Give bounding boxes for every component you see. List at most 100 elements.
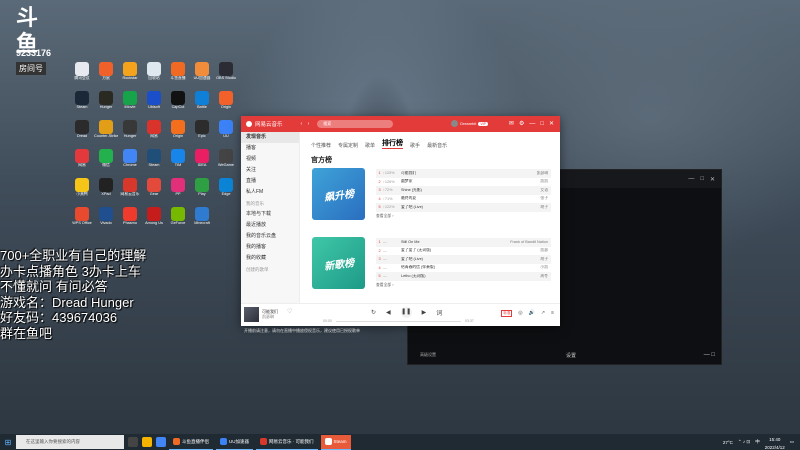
desktop-icon[interactable]: TIM	[166, 149, 190, 178]
desktop-icon[interactable]: WPS Office	[70, 207, 94, 236]
sidebar-item[interactable]: 发现音乐	[241, 132, 299, 143]
loop-icon[interactable]: ↻	[371, 309, 376, 316]
tab[interactable]: 排行榜	[382, 138, 404, 149]
sidebar-item[interactable]: 最近播放	[241, 220, 299, 231]
music-search-input[interactable]: 搜索	[317, 120, 394, 128]
track-row[interactable]: 3 ↑72% Shine (光影) 艾语	[376, 186, 551, 195]
sidebar-item[interactable]: 我的播客	[241, 242, 299, 253]
track-row[interactable]: 4— 给青春的信 (伴奏版) 小凯	[376, 264, 551, 273]
desktop-icon[interactable]: XPad	[94, 178, 118, 207]
chart-card-new[interactable]: 新歌榜	[312, 237, 365, 289]
desktop-icon[interactable]: WeGame	[214, 149, 238, 178]
desktop-icon[interactable]	[214, 207, 238, 236]
next-icon[interactable]: ▶	[422, 309, 427, 316]
minimize-icon[interactable]: —	[529, 120, 535, 128]
desktop-icon[interactable]: Epic	[190, 120, 214, 149]
desktop-icon[interactable]: IDEA	[190, 149, 214, 178]
taskbar-app[interactable]: 网易云音乐 · 可能我们	[256, 435, 318, 450]
album-cover[interactable]	[244, 307, 259, 322]
desktop-icon[interactable]: Origin	[214, 91, 238, 120]
tab[interactable]: 专属定制	[338, 142, 358, 149]
clock[interactable]: 15:40 2022/4/12	[765, 434, 785, 450]
notification-icon[interactable]: ▭	[790, 439, 794, 445]
desktop-icon[interactable]: Gear	[142, 178, 166, 207]
desktop-icon[interactable]: PP	[166, 178, 190, 207]
sidebar-item[interactable]: 播客	[241, 143, 299, 154]
track-row[interactable]: 5 ↑122% 爱了吧 (Live) 胡子	[376, 203, 551, 212]
playlist-icon[interactable]: ≡	[551, 310, 554, 317]
sidebar-item[interactable]: 我的音乐云盘	[241, 231, 299, 242]
task-view-icon[interactable]	[128, 437, 138, 447]
maximize-icon[interactable]: □	[540, 120, 544, 128]
desktop-icon[interactable]: iMovie	[118, 91, 142, 120]
quality-badge[interactable]: 标准	[501, 310, 513, 317]
desktop-icon[interactable]: 腾讯会议	[70, 62, 94, 91]
chart-card-soaring[interactable]: 飙升榜	[312, 168, 365, 220]
desktop-icon[interactable]: 微信	[94, 149, 118, 178]
sidebar-item[interactable]: 本地与下载	[241, 209, 299, 220]
volume-icon[interactable]: 🔊	[529, 310, 535, 317]
desktop-icon[interactable]: UU	[214, 120, 238, 149]
desktop-icon[interactable]: Hunger	[118, 120, 142, 149]
weather-temp[interactable]: 27°C	[723, 440, 733, 445]
user-area[interactable]: Dreambit VIP	[451, 120, 488, 127]
tab[interactable]: 歌手	[410, 142, 420, 149]
chrome-icon[interactable]	[156, 437, 166, 447]
tab[interactable]: 歌单	[365, 142, 375, 149]
input-language[interactable]: 中	[755, 439, 760, 445]
advanced-settings-link[interactable]: 高级设置	[420, 352, 436, 358]
view-all-link[interactable]: 查看全部 ›	[376, 281, 551, 290]
desktop-icon[interactable]: Vivado	[94, 207, 118, 236]
sidebar-item[interactable]: 私人FM	[241, 187, 299, 198]
desktop-icon[interactable]: Steam	[70, 91, 94, 120]
sidebar-item[interactable]: 创建的歌单	[241, 264, 299, 275]
avatar[interactable]	[451, 120, 459, 127]
settings-icon[interactable]: ⚙	[519, 120, 524, 128]
vip-badge[interactable]: VIP	[478, 121, 488, 126]
history-nav[interactable]: ‹ ›	[301, 121, 312, 127]
desktop-icon[interactable]: 网易	[142, 120, 166, 149]
maximize-icon[interactable]: □	[700, 176, 704, 182]
desktop-icon[interactable]: UU加速器	[190, 62, 214, 91]
sidebar-item[interactable]: 视频	[241, 154, 299, 165]
desktop-icon[interactable]: Dread	[70, 120, 94, 149]
taskbar-app[interactable]: UU加速器	[216, 435, 253, 450]
share-icon[interactable]: ↗	[541, 310, 545, 317]
sidebar-item[interactable]: 直播	[241, 176, 299, 187]
track-row[interactable]: 3— 爱了吧 (Live) 胡子	[376, 255, 551, 264]
track-row[interactable]: 1 ↑125% 可能我们 凯瑟琳	[376, 169, 551, 178]
taskbar-app[interactable]: 斗鱼直播伴侣	[169, 435, 213, 450]
skin-icon[interactable]: ✉	[509, 120, 514, 128]
tab[interactable]: 最新音乐	[427, 142, 447, 149]
desktop-icon[interactable]: 网易	[70, 149, 94, 178]
tray-icons[interactable]: ⌃ ♪ ⊡	[738, 439, 750, 445]
desktop-icon[interactable]: Chrome	[118, 149, 142, 178]
desktop-icon[interactable]: Edge	[214, 178, 238, 207]
desktop-icon[interactable]: 回收站	[142, 62, 166, 91]
minimize-icon[interactable]: —	[688, 176, 694, 182]
desktop-icon[interactable]: Ubisoft	[142, 91, 166, 120]
sidebar-item[interactable]: 我的收藏	[241, 253, 299, 264]
windows-start-icon[interactable]: ⊞	[0, 438, 16, 447]
previous-icon[interactable]: ◀	[386, 309, 391, 316]
progress-bar[interactable]	[336, 321, 461, 322]
desktop-icon[interactable]: Play	[190, 178, 214, 207]
desktop-icon[interactable]: 网易云音乐	[118, 178, 142, 207]
track-row[interactable]: 5— Letho (无词版) 周冬	[376, 272, 551, 281]
pause-icon[interactable]: ❚❚	[400, 307, 412, 318]
tab[interactable]: 个性推荐	[311, 142, 331, 149]
desktop-icon[interactable]: GeForce	[166, 207, 190, 236]
desktop-icon[interactable]: OBS Studio	[214, 62, 238, 91]
heart-icon[interactable]: ♡	[287, 308, 292, 315]
sound-effect-icon[interactable]: ◎	[518, 310, 522, 317]
lyrics-icon[interactable]: 词	[436, 308, 442, 317]
sidebar-item[interactable]: 关注	[241, 165, 299, 176]
view-all-link[interactable]: 查看全部 ›	[376, 212, 551, 221]
username[interactable]: Dreambit	[460, 121, 476, 126]
desktop-icon[interactable]: Minecraft	[190, 207, 214, 236]
close-icon[interactable]: ✕	[549, 120, 554, 128]
desktop-icon[interactable]: Phasmo	[118, 207, 142, 236]
desktop-icon[interactable]: 斗鱼直播	[166, 62, 190, 91]
track-row[interactable]: 2 ↑126% 圆梦家 凯凯	[376, 178, 551, 187]
now-playing-artist[interactable]: 凯瑟琳	[262, 314, 278, 319]
